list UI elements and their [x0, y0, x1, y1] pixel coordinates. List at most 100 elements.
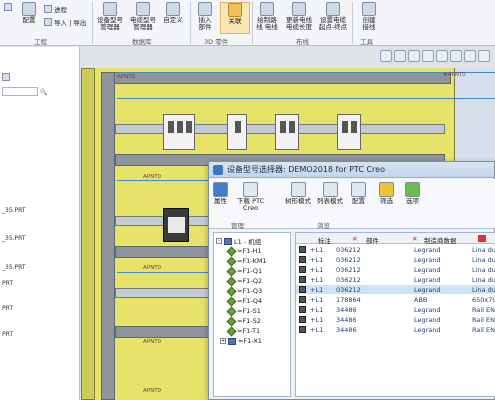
display-style-icon[interactable]: [436, 50, 448, 62]
panel-toolbar[interactable]: [2, 73, 10, 83]
contactor[interactable]: [163, 208, 189, 242]
filter-button[interactable]: 筛选: [379, 182, 394, 205]
dialog-titlebar[interactable]: 设备型号选择器: DEMO2018 for PTC Creo: [209, 162, 494, 178]
table-row[interactable]: +L1 036212 Legrand Lina duct 2: [296, 265, 495, 274]
config-icon: [22, 2, 36, 16]
dialog-config-button[interactable]: 配置: [351, 182, 366, 205]
device-model-manager-button[interactable]: 设备型号 管理器: [95, 2, 125, 31]
tree-item[interactable]: =F1-H1: [226, 246, 262, 256]
table-row[interactable]: +L1 34486 Legrand Rail EN 500: [296, 325, 495, 334]
table-row[interactable]: +L1 036212 Legrand Lina duct 2: [296, 275, 495, 284]
draw-wire-button[interactable]: 绘制路 线 电线: [252, 2, 282, 31]
tree-item[interactable]: =F1-KM1: [226, 256, 267, 266]
app-icon: [213, 164, 223, 175]
part-column-icon: ✕: [352, 235, 358, 243]
cell-part: 036212: [336, 266, 361, 274]
tree-item[interactable]: PRT: [2, 305, 13, 312]
cell-desc: Rail EN 500: [472, 316, 495, 324]
config-button[interactable]: 配置: [14, 2, 44, 24]
device-icon: [226, 286, 237, 296]
cable-endpoints-button[interactable]: 设置电缆 起点-终点: [318, 2, 348, 31]
collapse-icon[interactable]: -: [216, 238, 222, 244]
refit-icon[interactable]: [408, 50, 420, 62]
device-icon: [299, 296, 306, 303]
cell-maker: Legrand: [414, 276, 441, 284]
datum-label: APNT0: [117, 74, 136, 80]
table-row[interactable]: +L1 34486 Legrand Rail EN 500: [296, 315, 495, 324]
tree-item[interactable]: =F1-S2: [226, 316, 261, 326]
device-model-manager-icon: [103, 2, 117, 16]
tree-item[interactable]: =F1-Q4: [226, 296, 262, 306]
table-row[interactable]: +L1 036212 Legrand Lina duct 2: [296, 245, 495, 254]
properties-button[interactable]: 属性: [213, 182, 228, 205]
config-icon: [351, 182, 366, 197]
tree-item[interactable]: + =F1-X1: [220, 337, 262, 345]
process-button[interactable]: 进程: [44, 4, 67, 14]
tree-mode-button[interactable]: 树形模式: [285, 182, 311, 205]
home-button[interactable]: [4, 3, 12, 11]
tree-item[interactable]: _35.PRT: [2, 264, 26, 271]
device-tree[interactable]: - L1 - 机组 =F1-H1 =F1-KM1 =F1-Q1 =F1-Q2 =…: [213, 232, 291, 397]
device-icon: [299, 286, 306, 293]
list-mode-button[interactable]: 列表模式: [317, 182, 343, 205]
cell-part: 036212: [336, 286, 361, 294]
device-icon: [226, 316, 237, 326]
download-ptc-creo-button[interactable]: 下载 PTC Creo: [237, 182, 264, 212]
zoom-in-icon[interactable]: [380, 50, 392, 62]
column-header-part[interactable]: 部件: [366, 235, 379, 245]
tree-item[interactable]: =F1-Q3: [226, 286, 262, 296]
tree-item[interactable]: =F1-Q1: [226, 266, 262, 276]
cell-maker: Legrand: [414, 326, 441, 334]
tree-item[interactable]: =F1-S1: [226, 306, 261, 316]
device-model-selector-dialog[interactable]: 设备型号选择器: DEMO2018 for PTC Creo 属性 下载 PTC…: [208, 161, 495, 400]
tree-root[interactable]: - L1 - 机组: [216, 236, 261, 246]
ribbon-separator: [352, 2, 353, 44]
parts-grid[interactable]: 标注 ✕ 部件 ✕ 制造商数据 +L1 036212 Legrand Lina duc…: [295, 232, 495, 397]
expand-icon[interactable]: +: [220, 338, 226, 344]
circuit-breaker[interactable]: [227, 114, 247, 150]
associate-button[interactable]: 关联: [220, 2, 250, 34]
device-icon: [299, 306, 306, 313]
cable-duct: [101, 72, 451, 84]
zoom-out-icon[interactable]: [394, 50, 406, 62]
circuit-breaker[interactable]: [163, 114, 195, 150]
group-label-manage: 管理: [231, 222, 244, 230]
tree-item[interactable]: =F1-T1: [226, 326, 260, 336]
circuit-breaker[interactable]: [337, 114, 361, 150]
model-tree-search-input[interactable]: [2, 87, 38, 96]
panel-side: [81, 68, 95, 400]
view-orientation-icon[interactable]: [422, 50, 434, 62]
annotation-display-icon[interactable]: [478, 50, 490, 62]
dialog-title: 设备型号选择器: DEMO2018 for PTC Creo: [227, 165, 385, 174]
options-button[interactable]: 选项: [405, 182, 420, 205]
insert-part-button[interactable]: 插入 部件: [190, 2, 220, 31]
group-label-project: 工程: [34, 38, 47, 46]
cell-tag: +L1: [310, 306, 324, 314]
create-wiring-icon: [362, 2, 376, 16]
customize-button[interactable]: 自定义: [158, 2, 188, 24]
circuit-breaker[interactable]: [275, 114, 299, 150]
cell-desc: 650x700x2: [472, 296, 495, 304]
cell-part: 036212: [336, 246, 361, 254]
search-icon[interactable]: 🔍: [40, 89, 47, 96]
terminal-icon: [228, 337, 236, 345]
import-export-button[interactable]: 导入 | 导出: [44, 17, 86, 27]
table-row[interactable]: +L1 34486 Legrand Rail EN 500: [296, 305, 495, 314]
group-label-database: 数据库: [132, 38, 152, 46]
spin-center-icon[interactable]: [464, 50, 476, 62]
table-row[interactable]: +L1 178864 ABB 650x700x2: [296, 295, 495, 304]
datum-display-icon[interactable]: [450, 50, 462, 62]
column-header-tag[interactable]: 标注: [318, 235, 331, 245]
tree-item[interactable]: _35.PRT: [2, 207, 26, 214]
column-header-maker[interactable]: 制造商数据: [424, 235, 457, 245]
tree-item[interactable]: PRT: [2, 331, 13, 338]
tree-item[interactable]: =F1-Q2: [226, 276, 262, 286]
tree-item[interactable]: _35.PRT: [2, 235, 26, 242]
cable-model-manager-button[interactable]: 电缆型号 管理器: [128, 2, 158, 31]
create-wiring-button[interactable]: 创建 接线: [354, 2, 384, 31]
tree-item[interactable]: PRT: [2, 280, 13, 287]
table-row[interactable]: +L1 036212 Legrand Lina duct 2: [296, 255, 495, 264]
update-length-button[interactable]: 更新电线 电缆长度: [284, 2, 314, 31]
filter-icon: [2, 73, 10, 81]
table-row[interactable]: +L1 036212 Legrand Lina duct 2: [296, 285, 495, 294]
